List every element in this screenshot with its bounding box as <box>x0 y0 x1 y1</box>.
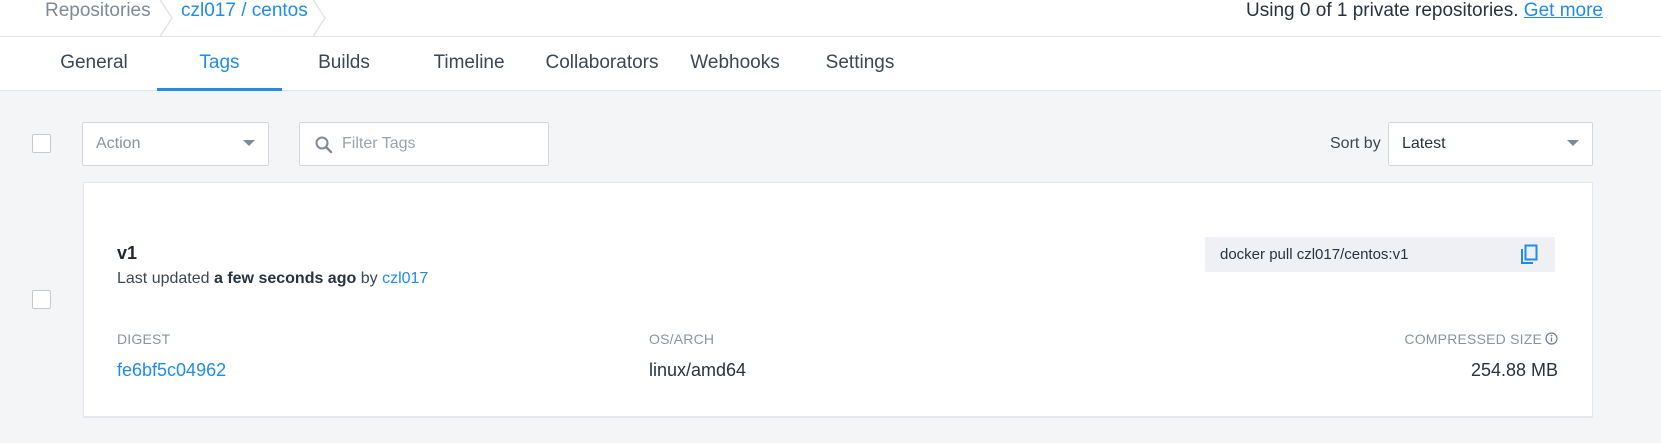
chevron-down-icon <box>243 140 255 146</box>
breadcrumb-repository[interactable]: czl017 / centos <box>181 0 308 37</box>
select-all-checkbox[interactable] <box>32 134 51 153</box>
breadcrumb-repositories[interactable]: Repositories <box>45 0 151 37</box>
updated-by-user-link[interactable]: czl017 <box>382 270 428 287</box>
pull-command-text: docker pull czl017/centos:v1 <box>1220 246 1409 263</box>
chevron-down-icon <box>1567 140 1579 146</box>
tag-card: v1 Last updated a few seconds ago by czl… <box>83 182 1593 418</box>
breadcrumb-separator <box>158 0 176 38</box>
tab-general[interactable]: General <box>52 37 136 91</box>
tab-timeline[interactable]: Timeline <box>428 37 510 91</box>
updated-prefix: Last updated <box>117 270 210 287</box>
private-repo-usage: Using 0 of 1 private repositories. Get m… <box>1246 0 1603 22</box>
filter-tags-input[interactable] <box>342 129 542 159</box>
search-icon <box>314 135 334 160</box>
tag-row-checkbox[interactable] <box>32 290 51 309</box>
tag-updated-info: Last updated a few seconds ago by czl017 <box>117 270 428 288</box>
get-more-link[interactable]: Get more <box>1524 0 1603 21</box>
tab-webhooks[interactable]: Webhooks <box>686 37 784 91</box>
sort-dropdown[interactable]: Latest <box>1388 122 1593 166</box>
digest-link[interactable]: fe6bf5c04962 <box>117 360 226 381</box>
tab-collaborators[interactable]: Collaborators <box>542 37 662 91</box>
repo-tabs: General Tags Builds Timeline Collaborato… <box>0 37 1661 91</box>
breadcrumb-separator <box>311 0 329 38</box>
osarch-value: linux/amd64 <box>649 360 747 380</box>
tab-settings[interactable]: Settings <box>822 37 898 91</box>
compressed-size-label: COMPRESSED SIZE <box>1404 331 1542 347</box>
compressed-size-value: 254.88 MB <box>1470 360 1558 380</box>
copy-icon[interactable] <box>1519 244 1539 271</box>
action-dropdown[interactable]: Action <box>82 122 269 166</box>
digest-header: DIGEST <box>117 331 171 347</box>
tag-name: v1 <box>117 243 138 263</box>
action-dropdown-label: Action <box>96 135 141 152</box>
sort-dropdown-value: Latest <box>1402 135 1446 152</box>
tab-builds[interactable]: Builds <box>308 37 380 91</box>
filter-tags-field <box>299 122 549 166</box>
pull-command-box: docker pull czl017/centos:v1 <box>1205 237 1555 272</box>
compressed-size-header: COMPRESSED SIZE <box>1404 331 1558 348</box>
top-bar: Repositories czl017 / centos Using 0 of … <box>0 0 1661 38</box>
usage-text: Using 0 of 1 private repositories. <box>1246 0 1519 21</box>
updated-by-prefix: by <box>360 270 378 287</box>
tab-tags[interactable]: Tags <box>157 37 282 91</box>
updated-when: a few seconds ago <box>213 270 357 287</box>
info-icon[interactable] <box>1545 332 1558 348</box>
osarch-header: OS/ARCH <box>649 331 715 347</box>
sort-by-label: Sort by <box>1330 135 1381 152</box>
